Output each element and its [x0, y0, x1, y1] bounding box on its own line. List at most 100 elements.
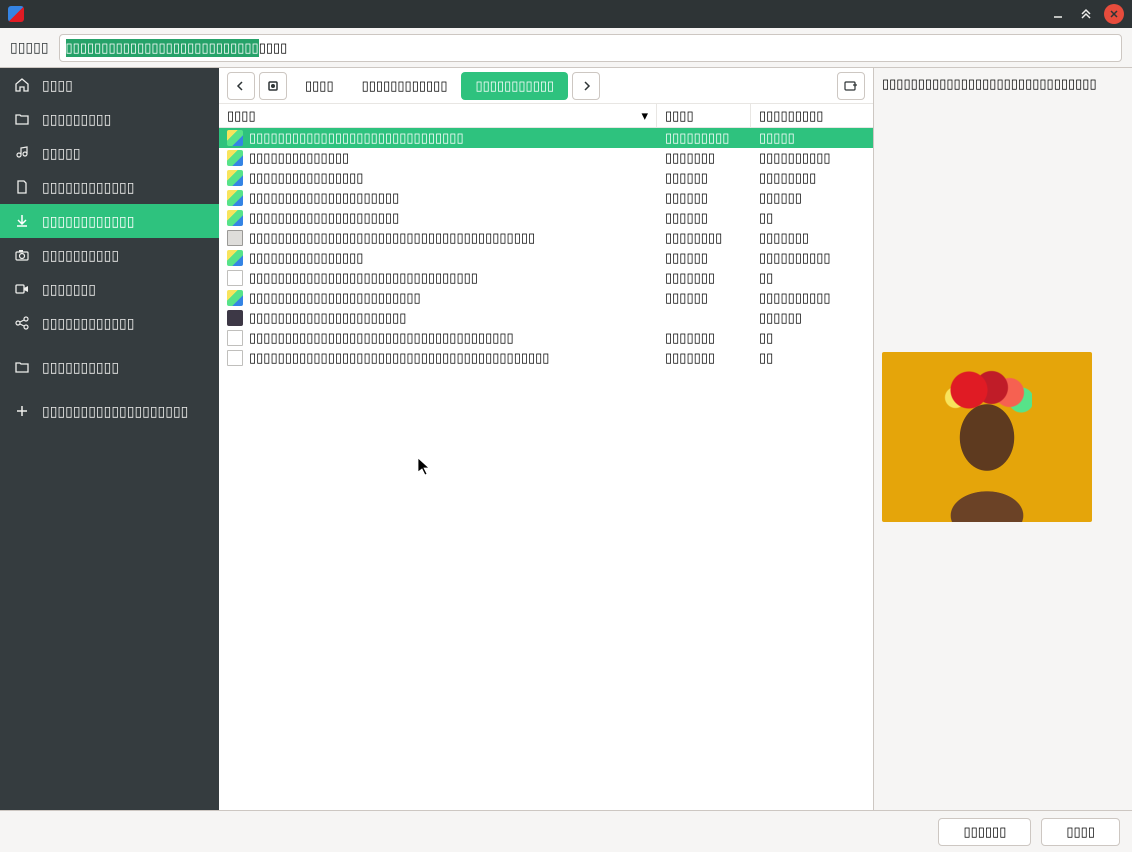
file-modified: ▯▯▯▯▯▯▯▯: [751, 170, 873, 186]
folder-icon: [227, 210, 243, 226]
file-list: ▯▯▯▯▯▯▯▯▯▯▯▯▯▯▯▯▯▯▯▯▯▯▯▯▯▯▯▯▯▯▯▯▯▯▯▯▯▯▯▯…: [219, 128, 873, 810]
sidebar-item-other[interactable]: ▯▯▯▯▯▯▯▯▯▯: [0, 350, 219, 384]
file-modified: ▯▯▯▯▯: [751, 130, 873, 146]
sidebar-item-label: ▯▯▯▯▯▯▯▯▯▯: [42, 359, 119, 376]
file-name: ▯▯▯▯▯▯▯▯▯▯▯▯▯▯▯▯▯▯▯▯▯: [249, 190, 399, 206]
folder-icon: [227, 190, 243, 206]
home-icon: [14, 77, 30, 93]
file-modified: ▯▯▯▯▯▯▯: [751, 230, 873, 246]
video-icon: [14, 281, 30, 297]
new-folder-button[interactable]: [837, 72, 865, 100]
sidebar-item-share[interactable]: ▯▯▯▯▯▯▯▯▯▯▯▯: [0, 306, 219, 340]
package-icon: [227, 230, 243, 246]
sidebar-item-label: ▯▯▯▯▯: [42, 145, 81, 162]
sidebar-item-label: ▯▯▯▯▯▯▯▯▯▯▯▯: [42, 179, 134, 196]
file-modified: ▯▯▯▯▯▯▯▯▯▯: [751, 150, 873, 166]
folder-icon: [14, 111, 30, 127]
breadcrumb-segment[interactable]: ▯▯▯▯▯▯▯▯▯▯▯▯: [348, 72, 462, 100]
close-button[interactable]: [1104, 4, 1124, 24]
toolbar-label: ▯▯▯▯▯: [10, 39, 49, 56]
sidebar-item-label: ▯▯▯▯▯▯▯▯▯: [42, 111, 111, 128]
folder-icon: [227, 250, 243, 266]
column-header-name[interactable]: ▯▯▯▯▾: [219, 104, 657, 127]
file-modified: ▯▯▯▯▯▯: [751, 310, 873, 326]
file-row[interactable]: ▯▯▯▯▯▯▯▯▯▯▯▯▯▯▯▯▯▯▯▯▯▯▯▯▯▯▯▯▯▯▯▯▯▯▯▯▯▯▯▯…: [219, 348, 873, 368]
sidebar-item-label: ▯▯▯▯▯▯▯▯▯▯▯▯▯▯▯▯▯▯▯: [42, 403, 188, 420]
dialog-footer: ▯▯▯▯▯▯ ▯▯▯▯: [0, 810, 1132, 852]
file-row[interactable]: ▯▯▯▯▯▯▯▯▯▯▯▯▯▯▯▯▯▯▯▯▯▯▯▯▯▯▯▯: [219, 308, 873, 328]
document-icon: [227, 350, 243, 366]
toolbar: ▯▯▯▯▯ ▯▯▯▯▯▯▯▯▯▯▯▯▯▯▯▯▯▯▯▯▯▯▯▯▯▯▯▯▯▯▯: [0, 28, 1132, 68]
file-name: ▯▯▯▯▯▯▯▯▯▯▯▯▯▯▯▯▯▯▯▯▯▯: [249, 310, 406, 326]
cancel-button[interactable]: ▯▯▯▯▯▯: [938, 818, 1031, 846]
location-input[interactable]: ▯▯▯▯▯▯▯▯▯▯▯▯▯▯▯▯▯▯▯▯▯▯▯▯▯▯▯▯▯▯▯: [59, 34, 1122, 62]
breadcrumb-segment[interactable]: ▯▯▯▯▯▯▯▯▯▯▯: [461, 72, 568, 100]
document-icon: [14, 179, 30, 195]
file-name: ▯▯▯▯▯▯▯▯▯▯▯▯▯▯▯▯▯▯▯▯▯▯▯▯▯▯▯▯▯▯▯▯▯▯▯▯▯▯▯▯…: [249, 350, 549, 366]
file-size: ▯▯▯▯▯▯▯: [657, 350, 751, 366]
column-header-size[interactable]: ▯▯▯▯: [657, 104, 751, 127]
nav-root-button[interactable]: [259, 72, 287, 100]
file-row[interactable]: ▯▯▯▯▯▯▯▯▯▯▯▯▯▯▯▯▯▯▯▯▯▯▯▯▯▯▯▯▯▯▯▯▯▯▯▯▯▯▯▯…: [219, 228, 873, 248]
sidebar-item-add[interactable]: ▯▯▯▯▯▯▯▯▯▯▯▯▯▯▯▯▯▯▯: [0, 394, 219, 428]
open-button[interactable]: ▯▯▯▯: [1041, 818, 1120, 846]
titlebar: [0, 0, 1132, 28]
preview-thumbnail: [882, 352, 1092, 522]
file-name: ▯▯▯▯▯▯▯▯▯▯▯▯▯▯▯▯▯▯▯▯▯▯▯▯▯▯▯▯▯▯▯▯▯▯▯▯▯: [249, 330, 514, 346]
sort-indicator-icon: ▾: [641, 108, 648, 124]
maximize-button[interactable]: [1076, 4, 1096, 24]
sidebar-item-home[interactable]: ▯▯▯▯: [0, 68, 219, 102]
file-row[interactable]: ▯▯▯▯▯▯▯▯▯▯▯▯▯▯▯▯▯▯▯▯▯▯▯▯▯▯▯▯▯▯▯▯▯: [219, 188, 873, 208]
file-modified: ▯▯▯▯▯▯▯▯▯▯: [751, 250, 873, 266]
nav-back-button[interactable]: [227, 72, 255, 100]
download-icon: [14, 213, 30, 229]
file-row[interactable]: ▯▯▯▯▯▯▯▯▯▯▯▯▯▯▯▯▯▯▯▯▯▯▯▯▯▯▯▯▯: [219, 208, 873, 228]
folder-icon: [227, 170, 243, 186]
file-size: ▯▯▯▯▯▯▯: [657, 270, 751, 286]
sidebar-item-videos[interactable]: ▯▯▯▯▯▯▯: [0, 272, 219, 306]
sidebar-item-music[interactable]: ▯▯▯▯▯: [0, 136, 219, 170]
file-modified: ▯▯▯▯▯▯: [751, 190, 873, 206]
sidebar-item-label: ▯▯▯▯▯▯▯▯▯▯: [42, 247, 119, 264]
file-name: ▯▯▯▯▯▯▯▯▯▯▯▯▯▯▯▯▯▯▯▯▯▯▯▯▯▯▯▯▯▯: [249, 130, 464, 146]
file-name: ▯▯▯▯▯▯▯▯▯▯▯▯▯▯▯▯: [249, 170, 363, 186]
file-row[interactable]: ▯▯▯▯▯▯▯▯▯▯▯▯▯▯▯▯▯▯▯▯▯▯▯▯▯▯▯▯▯▯▯▯▯▯▯▯▯▯▯▯…: [219, 268, 873, 288]
file-modified: ▯▯: [751, 210, 873, 226]
file-size: ▯▯▯▯▯▯: [657, 210, 751, 226]
folder-icon: [227, 290, 243, 306]
nav-forward-button[interactable]: [572, 72, 600, 100]
sidebar-item-desktop[interactable]: ▯▯▯▯▯▯▯▯▯: [0, 102, 219, 136]
file-name: ▯▯▯▯▯▯▯▯▯▯▯▯▯▯▯▯▯▯▯▯▯▯▯▯▯▯▯▯▯▯▯▯▯▯▯▯▯▯▯▯: [249, 230, 535, 246]
plus-icon: [14, 403, 30, 419]
file-size: ▯▯▯▯▯▯▯▯: [657, 230, 751, 246]
sidebar: ▯▯▯▯▯▯▯▯▯▯▯▯▯▯▯▯▯▯▯▯▯▯▯▯▯▯▯▯▯▯▯▯▯▯▯▯▯▯▯▯…: [0, 68, 219, 810]
file-row[interactable]: ▯▯▯▯▯▯▯▯▯▯▯▯▯▯▯▯▯▯▯▯▯▯▯▯▯▯▯▯▯▯▯▯▯▯▯▯▯▯▯▯…: [219, 328, 873, 348]
folder-icon: [14, 359, 30, 375]
sidebar-item-pictures[interactable]: ▯▯▯▯▯▯▯▯▯▯: [0, 238, 219, 272]
folder-icon: [227, 150, 243, 166]
file-row[interactable]: ▯▯▯▯▯▯▯▯▯▯▯▯▯▯▯▯▯▯▯▯▯▯▯▯▯▯▯▯▯▯▯▯▯▯▯▯▯▯▯▯: [219, 288, 873, 308]
column-header-modified[interactable]: ▯▯▯▯▯▯▯▯▯: [751, 104, 873, 127]
file-row[interactable]: ▯▯▯▯▯▯▯▯▯▯▯▯▯▯▯▯▯▯▯▯▯▯▯▯▯▯▯▯▯▯▯▯: [219, 248, 873, 268]
sidebar-item-documents[interactable]: ▯▯▯▯▯▯▯▯▯▯▯▯: [0, 170, 219, 204]
column-headers: ▯▯▯▯▾ ▯▯▯▯ ▯▯▯▯▯▯▯▯▯: [219, 104, 873, 128]
breadcrumb-bar: ▯▯▯▯▯▯▯▯▯▯▯▯▯▯▯▯▯▯▯▯▯▯▯▯▯▯▯: [219, 68, 873, 104]
file-size: ▯▯▯▯▯▯: [657, 250, 751, 266]
file-size: ▯▯▯▯▯▯: [657, 170, 751, 186]
sidebar-item-downloads[interactable]: ▯▯▯▯▯▯▯▯▯▯▯▯: [0, 204, 219, 238]
app-icon: [8, 6, 24, 22]
file-row[interactable]: ▯▯▯▯▯▯▯▯▯▯▯▯▯▯▯▯▯▯▯▯▯▯▯▯▯▯▯▯▯▯▯: [219, 148, 873, 168]
file-row[interactable]: ▯▯▯▯▯▯▯▯▯▯▯▯▯▯▯▯▯▯▯▯▯▯▯▯▯▯▯▯▯▯▯▯▯▯▯▯▯▯▯▯…: [219, 128, 873, 148]
file-name: ▯▯▯▯▯▯▯▯▯▯▯▯▯▯▯▯▯▯▯▯▯: [249, 210, 399, 226]
breadcrumb-segment[interactable]: ▯▯▯▯: [291, 72, 348, 100]
file-row[interactable]: ▯▯▯▯▯▯▯▯▯▯▯▯▯▯▯▯▯▯▯▯▯▯▯▯▯▯▯▯▯▯: [219, 168, 873, 188]
sidebar-item-label: ▯▯▯▯: [42, 77, 73, 94]
sidebar-item-label: ▯▯▯▯▯▯▯: [42, 281, 96, 298]
preview-panel: ▯▯▯▯▯▯▯▯▯▯▯▯▯▯▯▯▯▯▯▯▯▯▯▯▯▯▯▯▯▯: [874, 68, 1132, 810]
file-name: ▯▯▯▯▯▯▯▯▯▯▯▯▯▯▯▯▯▯▯▯▯▯▯▯: [249, 290, 421, 306]
location-rest: ▯▯▯▯: [259, 40, 288, 56]
minimize-button[interactable]: [1048, 4, 1068, 24]
document-icon: [227, 330, 243, 346]
preview-filename: ▯▯▯▯▯▯▯▯▯▯▯▯▯▯▯▯▯▯▯▯▯▯▯▯▯▯▯▯▯▯: [882, 76, 1124, 92]
share-icon: [14, 315, 30, 331]
